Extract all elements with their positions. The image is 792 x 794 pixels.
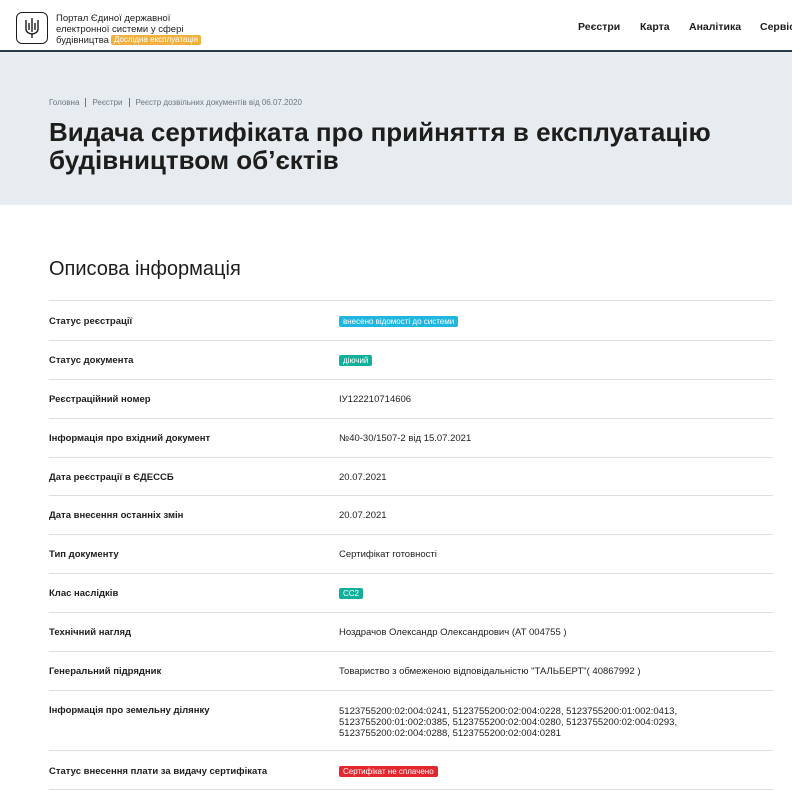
top-header: Портал Єдиної державної електронної сист… bbox=[0, 0, 792, 52]
row-label: Статус внесення плати за видачу сертифік… bbox=[49, 766, 268, 777]
portal-title[interactable]: Портал Єдиної державної електронної сист… bbox=[56, 13, 206, 46]
registration-status-badge: внесено відомості до системи bbox=[339, 316, 459, 327]
row-label: Інформація про вхідний документ bbox=[49, 433, 211, 444]
table-row: Клас наслідків СС2 bbox=[49, 573, 773, 612]
row-value: ІУ122210714606 bbox=[339, 394, 412, 405]
portal-title-line: Портал Єдиної державної bbox=[56, 13, 171, 24]
land-plot-cadastral-numbers: 5123755200:01:002:0385, 5123755200:02:00… bbox=[339, 717, 678, 728]
consequence-class-badge: СС2 bbox=[339, 588, 364, 599]
nav-map[interactable]: Карта bbox=[640, 21, 670, 33]
table-row: Статус реєстрації внесено відомості до с… bbox=[49, 300, 773, 340]
row-label: Тип документу bbox=[49, 549, 119, 560]
row-label: Технічний нагляд bbox=[49, 627, 132, 638]
table-row: Статус внесення плати за видачу сертифік… bbox=[49, 750, 773, 790]
breadcrumb-separator bbox=[128, 98, 130, 107]
breadcrumb: Головна Реєстри Реєстр дозвільних документ… bbox=[49, 98, 302, 107]
breadcrumb-separator bbox=[85, 98, 87, 107]
row-value: Ноздрачов Олександр Олександрович (АТ 00… bbox=[339, 627, 567, 638]
payment-status-badge: Сертифікат не сплачено bbox=[339, 766, 438, 777]
row-label: Дата внесення останніх змін bbox=[49, 510, 184, 521]
land-plot-cadastral-numbers: 5123755200:02:004:0288, 5123755200:02:00… bbox=[339, 728, 561, 739]
table-row: Інформація про вхідний документ №40-30/1… bbox=[49, 418, 773, 457]
portal-title-line: електронної системи у сфері bbox=[56, 24, 184, 35]
table-row: Інформація про земельну ділянку 51237552… bbox=[49, 690, 773, 750]
nav-analytics[interactable]: Аналітика bbox=[689, 21, 741, 33]
nav-service[interactable]: Сервіс bbox=[760, 21, 792, 33]
land-plot-cadastral-numbers: 5123755200:02:004:0241, 5123755200:02:00… bbox=[339, 706, 678, 717]
breadcrumb-current[interactable]: Реєстр дозвільних документів від 06.07.2… bbox=[136, 98, 302, 107]
page-title-line: Видача сертифіката про прийняття в експл… bbox=[49, 117, 711, 147]
table-row: Технічний нагляд Ноздрачов Олександр Оле… bbox=[49, 612, 773, 651]
row-value: 20.07.2021 bbox=[339, 472, 387, 483]
table-row: Генеральний підрядник Товариство з обмеж… bbox=[49, 651, 773, 690]
trial-badge: Дослідна експлуатація bbox=[110, 35, 202, 45]
page-title: Видача сертифіката про прийняття в експл… bbox=[49, 118, 711, 174]
document-status-badge: діючий bbox=[339, 355, 373, 366]
table-row: Дата внесення останніх змін 20.07.2021 bbox=[49, 495, 773, 534]
row-value: Сертифікат готовності bbox=[339, 549, 437, 560]
row-label: Дата реєстрації в ЄДЕССБ bbox=[49, 472, 174, 483]
section-title: Описова інформація bbox=[49, 258, 241, 280]
info-table: Статус реєстрації внесено відомості до с… bbox=[49, 300, 773, 790]
row-label: Статус документа bbox=[49, 355, 134, 366]
row-value: 20.07.2021 bbox=[339, 510, 387, 521]
row-value: Товариство з обмеженою відповідальністю … bbox=[339, 666, 641, 677]
row-label: Реєстраційний номер bbox=[49, 394, 151, 405]
breadcrumb-registries[interactable]: Реєстри bbox=[92, 98, 122, 107]
table-row: Тип документу Сертифікат готовності bbox=[49, 534, 773, 573]
table-row: Статус документа діючий bbox=[49, 340, 773, 379]
row-label: Клас наслідків bbox=[49, 588, 119, 599]
page-title-line: будівництвом об’єктів bbox=[49, 145, 339, 175]
row-label: Інформація про земельну ділянку bbox=[49, 705, 210, 716]
page-hero: Головна Реєстри Реєстр дозвільних документ… bbox=[0, 52, 792, 205]
portal-title-line: будівництва bbox=[56, 35, 109, 46]
row-label: Статус реєстрації bbox=[49, 316, 133, 327]
row-label: Генеральний підрядник bbox=[49, 666, 162, 677]
trident-icon bbox=[25, 18, 39, 38]
table-row: Дата реєстрації в ЄДЕССБ 20.07.2021 bbox=[49, 457, 773, 495]
coat-of-arms-logo[interactable] bbox=[16, 12, 48, 44]
table-row: Реєстраційний номер ІУ122210714606 bbox=[49, 379, 773, 418]
nav-registries[interactable]: Реєстри bbox=[578, 21, 620, 33]
breadcrumb-home[interactable]: Головна bbox=[49, 98, 79, 107]
row-value: №40-30/1507-2 від 15.07.2021 bbox=[339, 433, 472, 444]
